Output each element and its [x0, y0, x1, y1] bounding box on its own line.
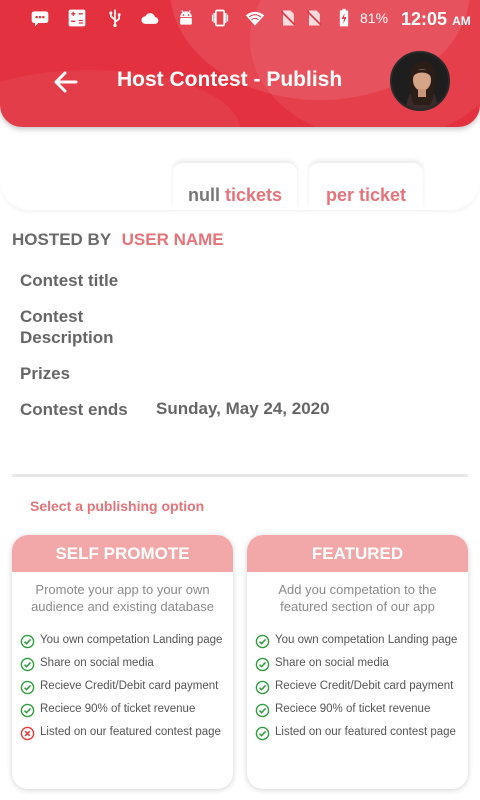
prizes-label: Prizes — [20, 364, 71, 383]
feature-text: Share on social media — [275, 657, 389, 669]
feature-text: Share on social media — [40, 657, 154, 669]
featured-option-card[interactable]: FEATURED Add you competation to the feat… — [247, 535, 468, 789]
contest-ends-label: Contest ends — [20, 400, 128, 419]
back-button[interactable] — [50, 66, 82, 98]
check-circle-icon — [255, 680, 270, 695]
check-circle-icon — [255, 703, 270, 718]
vibrate-icon — [210, 8, 230, 28]
tab-per-ticket[interactable]: per ticket — [309, 163, 423, 210]
contest-ends-value: Sunday, May 24, 2020 — [156, 399, 330, 418]
cross-circle-icon — [20, 726, 35, 741]
ticket-count-unit: tickets — [224, 185, 283, 205]
check-circle-icon — [20, 657, 35, 672]
feature-list: You own competation Landing page Share o… — [247, 633, 468, 741]
option-description: Promote your app to your own audience an… — [31, 582, 214, 614]
check-circle-icon — [20, 680, 35, 695]
page-title: Host Contest - Publish — [117, 68, 343, 91]
feature-item: Recieve Credit/Debit card payment — [12, 679, 233, 695]
hosted-by-label: HOSTED BY — [12, 230, 111, 249]
message-icon — [30, 8, 50, 28]
check-circle-icon — [20, 703, 35, 718]
feature-text: Recieve Credit/Debit card payment — [275, 680, 454, 692]
no-sim-icon — [278, 8, 298, 28]
feature-list: You own competation Landing page Share o… — [12, 633, 233, 741]
calculator-icon — [67, 8, 87, 28]
contest-title-label: Contest title — [20, 271, 119, 290]
feature-text: Listed on our featured contest page — [40, 726, 221, 738]
usb-icon — [105, 8, 125, 28]
feature-text: Listed on our featured contest page — [275, 726, 456, 738]
feature-item: Share on social media — [247, 656, 468, 672]
feature-item: Recieve Credit/Debit card payment — [247, 679, 468, 695]
feature-item: Reciece 90% of ticket revenue — [247, 702, 468, 718]
status-bar: 81% 12:05 AM — [0, 0, 480, 36]
battery-charging-icon — [334, 8, 354, 28]
contest-description-label: Contest Description — [20, 307, 114, 347]
android-icon — [176, 8, 196, 28]
self-promote-option-card[interactable]: SELF PROMOTE Promote your app to your ow… — [12, 535, 233, 789]
arrow-left-icon — [54, 71, 78, 93]
divider — [12, 474, 468, 477]
check-circle-icon — [255, 634, 270, 649]
feature-item: You own competation Landing page — [12, 633, 233, 649]
check-circle-icon — [20, 634, 35, 649]
feature-item: You own competation Landing page — [247, 633, 468, 649]
publish-option-heading: Select a publishing option — [30, 498, 205, 514]
no-sim-icon — [304, 8, 324, 28]
feature-item: Share on social media — [12, 656, 233, 672]
avatar[interactable] — [390, 51, 450, 111]
feature-text: You own competation Landing page — [40, 634, 223, 646]
wifi-icon — [245, 8, 265, 28]
check-circle-icon — [255, 726, 270, 741]
ticket-price-unit: per ticket — [325, 185, 407, 205]
clock-ampm: AM — [452, 14, 471, 28]
feature-item: Reciece 90% of ticket revenue — [12, 702, 233, 718]
feature-item: Listed on our featured contest page — [12, 725, 233, 741]
feature-text: Recieve Credit/Debit card payment — [40, 680, 219, 692]
clock-time: 12:05 — [401, 9, 448, 29]
host-user-name[interactable]: USER NAME — [122, 230, 224, 249]
app-header: 81% 12:05 AM Host Contest - Publish — [0, 0, 480, 127]
feature-text: You own competation Landing page — [275, 634, 458, 646]
clock: 12:05 AM — [401, 9, 471, 30]
battery-level: 81% — [360, 10, 389, 26]
feature-text: Reciece 90% of ticket revenue — [40, 703, 196, 715]
feature-item: Listed on our featured contest page — [247, 725, 468, 741]
check-circle-icon — [255, 657, 270, 672]
option-title: FEATURED — [247, 535, 468, 572]
tab-tickets[interactable]: null tickets — [173, 163, 297, 210]
hosted-by: HOSTED BY USER NAME — [12, 230, 224, 250]
option-description: Add you competation to the featured sect… — [278, 582, 437, 614]
option-title: SELF PROMOTE — [12, 535, 233, 572]
cloud-icon — [140, 8, 160, 28]
feature-text: Reciece 90% of ticket revenue — [275, 703, 431, 715]
ticket-count: null — [187, 185, 220, 205]
